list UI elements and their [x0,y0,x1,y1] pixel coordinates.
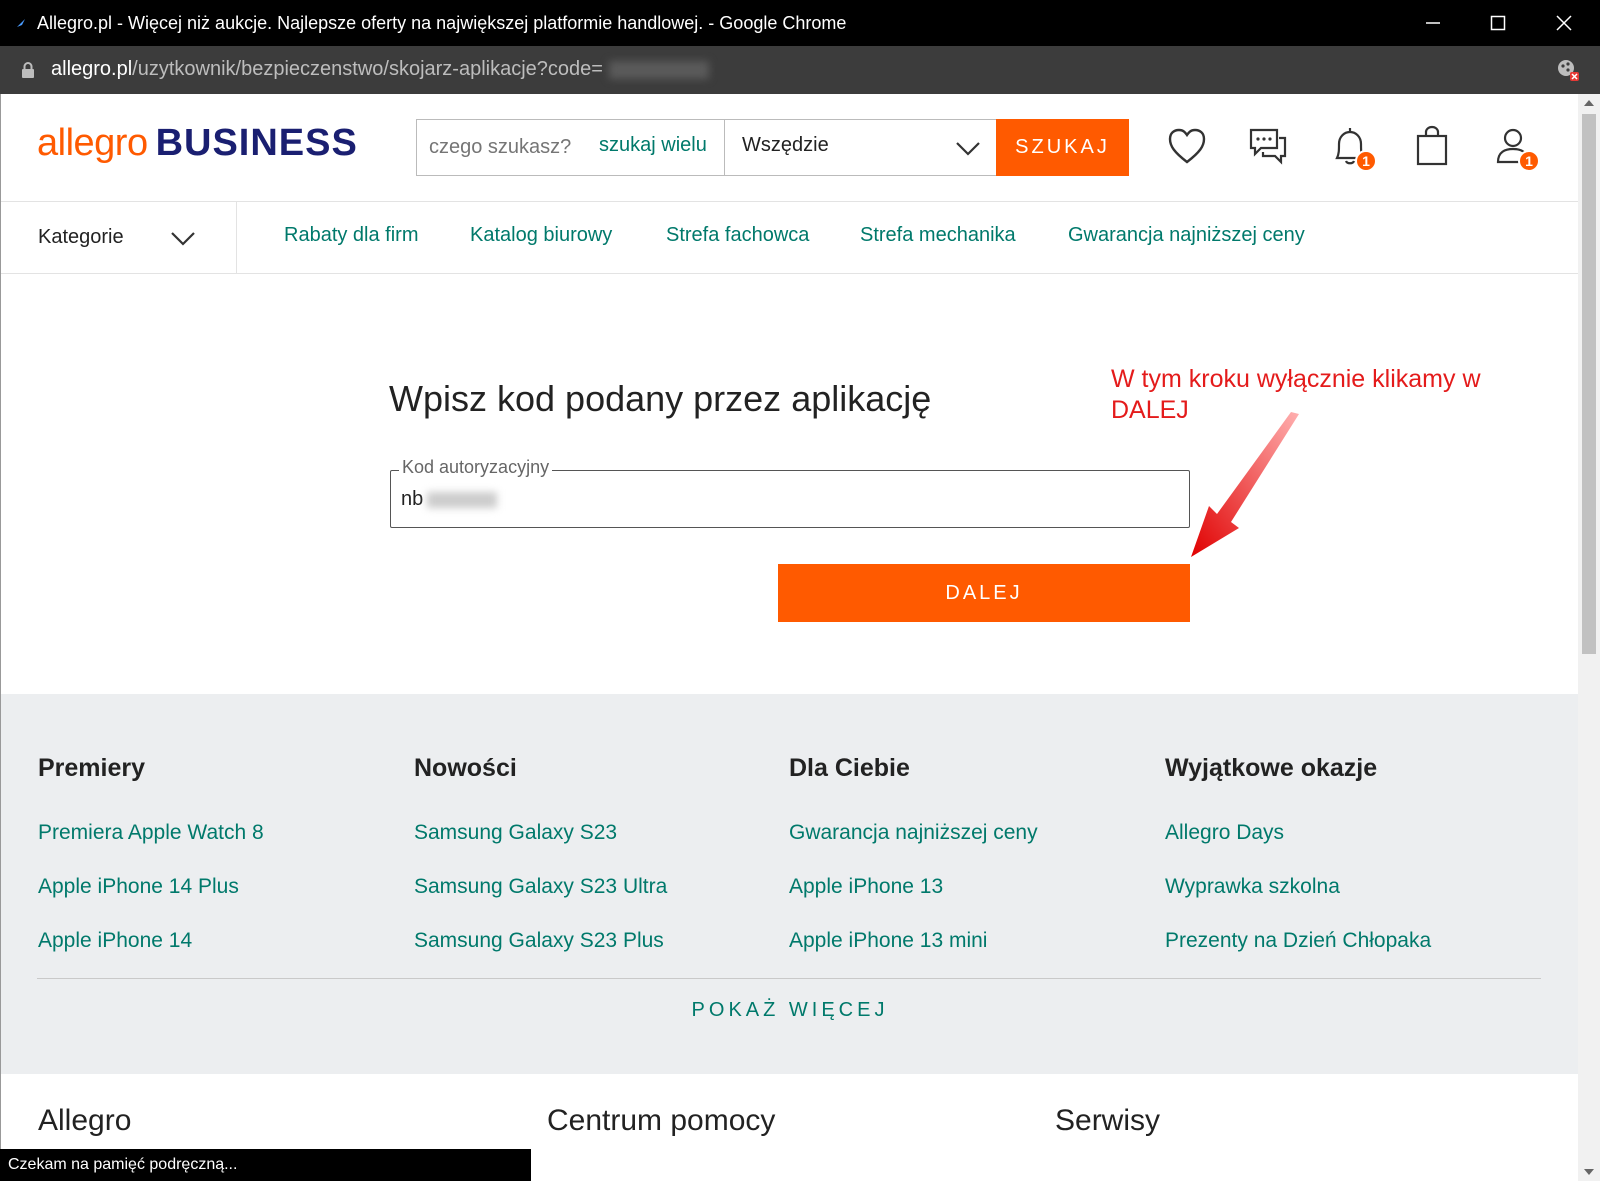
search-bar: szukaj wielu Wszędzie [416,119,1030,176]
close-button[interactable] [1541,8,1587,38]
nav-link-mechanika[interactable]: Strefa mechanika [860,224,1016,247]
url-host: allegro.pl [51,58,133,80]
cart-button[interactable] [1409,124,1455,170]
page-viewport: allegroBUSINESS szukaj wielu Wszędzie SZ… [0,94,1578,1181]
auth-code-value: nb [401,488,424,510]
chevron-down-icon[interactable] [954,134,982,162]
wishlist-button[interactable] [1164,124,1210,170]
dalej-button[interactable]: DALEJ [778,564,1190,622]
status-bar: Czekam na pamięć podręczną... [0,1149,531,1181]
redacted-code [608,60,709,79]
messages-button[interactable] [1245,124,1291,170]
search-input[interactable] [429,136,589,159]
notifications-badge: 1 [1355,150,1377,172]
footer-section-help: Centrum pomocy [547,1104,776,1137]
chrome-feather-icon [17,19,25,27]
page-title: Wpisz kod podany przez aplikację [389,378,932,419]
search-divider [724,120,725,175]
allegro-business-logo[interactable]: allegro BUSINESS [37,122,358,165]
redacted-code [427,491,498,508]
footer-link[interactable]: Apple iPhone 13 mini [789,929,987,953]
nav-separator [236,202,237,274]
footer-column-okazje: Wyjątkowe okazje Allegro Days Wyprawka s… [1165,754,1431,952]
close-icon [1556,15,1572,31]
scroll-up-icon[interactable] [1584,100,1594,106]
show-more-button[interactable]: POKAŻ WIĘCEJ [1,999,1578,1022]
footer-column-dla-ciebie: Dla Ciebie Gwarancja najniższej ceny App… [789,754,1038,952]
footer-column-title: Premiery [38,754,146,782]
search-multi-link[interactable]: szukaj wielu [599,134,707,157]
lock-icon [22,62,34,78]
url-text[interactable]: allegro.pl/uzytkownik/bezpieczenstwo/sko… [51,58,709,81]
nav-link-fachowca[interactable]: Strefa fachowca [666,224,809,247]
auth-code-field[interactable]: Kod autoryzacyjny nb [390,457,1190,528]
footer-link[interactable]: Samsung Galaxy S23 Ultra [414,875,667,899]
footer-column-premiery: Premiery Premiera Apple Watch 8 Apple iP… [38,754,264,952]
nav-link-gwarancja[interactable]: Gwarancja najniższej ceny [1068,224,1305,247]
maximize-icon [1490,15,1506,31]
nav-link-katalog[interactable]: Katalog biurowy [470,224,612,247]
footer-link[interactable]: Apple iPhone 14 [38,929,192,953]
footer-divider [37,978,1541,979]
instruction-annotation: W tym kroku wyłącznie klikamy w DALEJ [1111,365,1481,424]
vertical-scrollbar[interactable] [1578,94,1600,1181]
maximize-button[interactable] [1475,8,1521,38]
account-button[interactable]: 1 [1490,124,1540,172]
logo-business: BUSINESS [155,122,358,164]
footer-link[interactable]: Gwarancja najniższej ceny [789,821,1038,845]
search-button[interactable]: SZUKAJ [996,119,1129,176]
url-path: /uzytkownik/bezpieczenstwo/skojarz-aplik… [132,58,603,80]
chevron-down-icon[interactable] [169,224,197,252]
scrollbar-thumb[interactable] [1582,114,1596,654]
auth-code-label: Kod autoryzacyjny [399,457,553,478]
footer-column-title: Dla Ciebie [789,754,910,782]
scroll-down-icon[interactable] [1584,1169,1594,1175]
footer-links-section: Premiery Premiera Apple Watch 8 Apple iP… [1,694,1578,1074]
footer-link[interactable]: Wyprawka szkolna [1165,875,1340,899]
footer-link[interactable]: Samsung Galaxy S23 Plus [414,929,664,953]
chat-bubbles-icon [1249,128,1287,165]
categories-menu[interactable]: Kategorie [38,226,124,249]
footer-link[interactable]: Apple iPhone 14 Plus [38,875,239,899]
window-titlebar: Allegro.pl - Więcej niż aukcje. Najlepsz… [0,0,1600,46]
footer-link[interactable]: Samsung Galaxy S23 [414,821,617,845]
footer-link[interactable]: Prezenty na Dzień Chłopaka [1165,929,1431,953]
search-scope-select[interactable]: Wszędzie [742,134,829,157]
footer-link[interactable]: Allegro Days [1165,821,1284,845]
footer-column-title: Nowości [414,754,517,782]
auth-code-input[interactable]: nb [401,488,498,511]
notifications-button[interactable]: 1 [1327,124,1377,172]
minimize-button[interactable] [1410,8,1456,38]
footer-column-title: Wyjątkowe okazje [1165,754,1378,782]
minimize-icon [1426,22,1440,24]
shopping-bag-icon [1416,125,1448,166]
footer-link[interactable]: Premiera Apple Watch 8 [38,821,264,845]
footer-section-services: Serwisy [1055,1104,1161,1137]
footer-column-nowosci: Nowości Samsung Galaxy S23 Samsung Galax… [414,754,667,952]
category-nav: Kategorie Rabaty dla firm Katalog biurow… [1,202,1578,274]
footer-link[interactable]: Apple iPhone 13 [789,875,943,899]
red-arrow-icon [1191,412,1299,557]
nav-link-rabaty[interactable]: Rabaty dla firm [284,224,419,247]
window-title: Allegro.pl - Więcej niż aukcje. Najlepsz… [37,13,847,33]
extension-blocked-icon[interactable] [1556,58,1580,82]
logo-allegro: allegro [37,122,148,164]
address-bar[interactable]: allegro.pl/uzytkownik/bezpieczenstwo/sko… [0,46,1600,94]
account-badge: 1 [1518,150,1540,172]
footer-section-allegro: Allegro [38,1104,132,1137]
heart-icon [1168,128,1206,164]
